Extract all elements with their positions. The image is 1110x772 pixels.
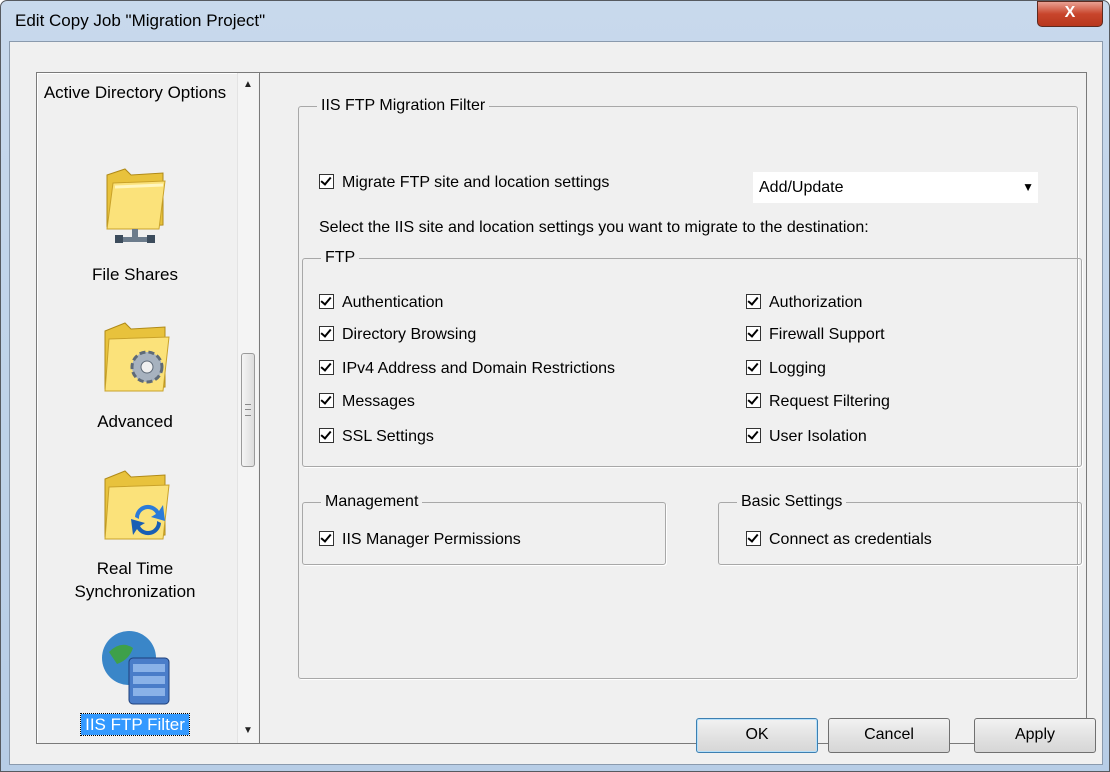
nav-item-advanced[interactable]: Advanced — [37, 410, 233, 433]
ok-button[interactable]: OK — [696, 718, 818, 753]
category-list: Active Directory Options File Shares Adv… — [36, 72, 260, 744]
authentication-checkbox[interactable]: Authentication — [319, 294, 443, 312]
checkbox-label: Directory Browsing — [342, 326, 477, 343]
ftp-group-title: FTP — [325, 249, 356, 266]
checkbox-label: IPv4 Address and Domain Restrictions — [342, 360, 616, 377]
cancel-button[interactable]: Cancel — [828, 718, 950, 753]
checkbox-label: Logging — [769, 360, 826, 377]
settings-panel: IIS FTP Migration Filter Migrate FTP sit… — [259, 72, 1087, 744]
management-group: Management — [302, 493, 666, 565]
directory-browsing-checkbox[interactable]: Directory Browsing — [319, 326, 476, 344]
title-bar[interactable]: Edit Copy Job "Migration Project" X — [1, 1, 1109, 41]
nav-item-active-directory-options[interactable]: Active Directory Options — [37, 81, 233, 104]
checkbox-label: IIS Manager Permissions — [342, 531, 521, 548]
migration-mode-dropdown[interactable]: Add/Update ▼ — [753, 172, 1038, 203]
request-filtering-checkbox[interactable]: Request Filtering — [746, 393, 890, 411]
firewall-support-checkbox[interactable]: Firewall Support — [746, 326, 885, 344]
checkbox-label: User Isolation — [769, 428, 867, 445]
iis-manager-permissions-checkbox[interactable]: IIS Manager Permissions — [319, 531, 521, 549]
nav-item-real-time-synchronization[interactable]: Real Time Synchronization — [37, 557, 233, 603]
group-title: IIS FTP Migration Filter — [321, 97, 486, 114]
authorization-checkbox[interactable]: Authorization — [746, 294, 862, 312]
user-isolation-checkbox[interactable]: User Isolation — [746, 428, 867, 446]
dropdown-value: Add/Update — [759, 179, 844, 196]
migrate-ftp-checkbox[interactable]: Migrate FTP site and location settings — [319, 174, 609, 192]
ssl-settings-checkbox[interactable]: SSL Settings — [319, 428, 434, 446]
checkbox-label: Messages — [342, 393, 415, 410]
dialog-client-area: Active Directory Options File Shares Adv… — [9, 41, 1103, 765]
checkbox-label: Connect as credentials — [769, 531, 932, 548]
nav-item-file-shares[interactable]: File Shares — [37, 263, 233, 286]
globe-server-icon — [99, 628, 175, 713]
folder-sync-icon — [99, 465, 175, 550]
nav-item-selected-label: IIS FTP Filter — [80, 713, 190, 736]
checkbox-label: Authorization — [769, 294, 863, 311]
checkbox-checked — [319, 174, 334, 189]
checkbox-label: Request Filtering — [769, 393, 890, 410]
window-title: Edit Copy Job "Migration Project" — [15, 11, 266, 30]
checkbox-label: SSL Settings — [342, 428, 434, 445]
logging-checkbox[interactable]: Logging — [746, 360, 826, 378]
ipv4-restrictions-checkbox[interactable]: IPv4 Address and Domain Restrictions — [319, 360, 615, 378]
basic-settings-group-title: Basic Settings — [741, 493, 843, 510]
checkbox-label: Authentication — [342, 294, 444, 311]
basic-settings-group: Basic Settings — [718, 493, 1082, 565]
management-group-title: Management — [325, 493, 419, 510]
scroll-down-arrow-icon[interactable]: ▼ — [238, 721, 258, 741]
nav-item-iis-ftp-filter[interactable]: IIS FTP Filter — [37, 713, 233, 736]
checkbox-label: Migrate FTP site and location settings — [342, 174, 610, 191]
scrollbar-thumb[interactable] — [241, 353, 255, 467]
messages-checkbox[interactable]: Messages — [319, 393, 415, 411]
folder-share-icon — [101, 165, 169, 254]
connect-as-credentials-checkbox[interactable]: Connect as credentials — [746, 531, 932, 549]
dropdown-arrow-icon: ▼ — [1022, 180, 1034, 194]
nav-scrollbar[interactable]: ▲ ▼ — [237, 73, 258, 743]
checkbox-label: Firewall Support — [769, 326, 885, 343]
instruction-text: Select the IIS site and location setting… — [319, 219, 869, 236]
folder-gear-icon — [99, 317, 175, 402]
close-button[interactable]: X — [1037, 1, 1103, 27]
dialog-window: Edit Copy Job "Migration Project" X Acti… — [0, 0, 1110, 772]
apply-button[interactable]: Apply — [974, 718, 1096, 753]
scroll-up-arrow-icon[interactable]: ▲ — [238, 75, 258, 95]
